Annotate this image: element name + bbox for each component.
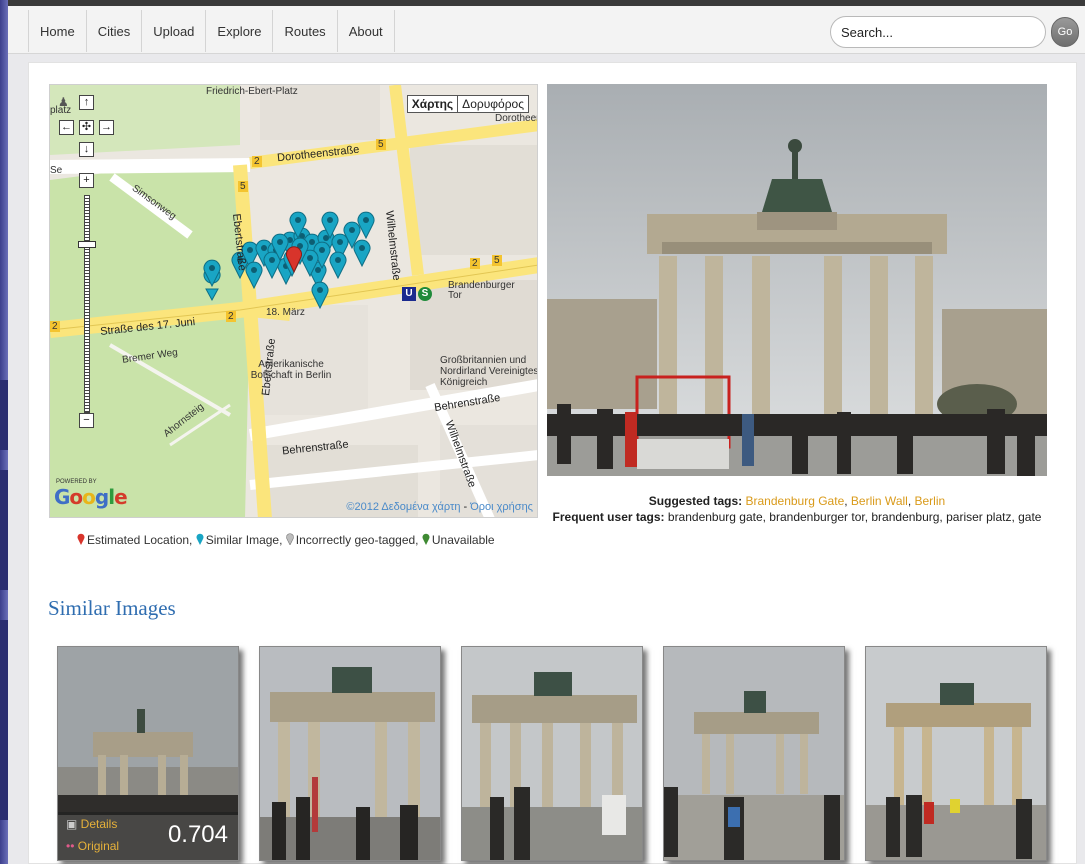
top-navigation-bar: Home Cities Upload Explore Routes About …	[8, 0, 1085, 54]
similar-image-pin-icon[interactable]	[321, 211, 339, 239]
zoom-out-button[interactable]: −	[79, 413, 94, 428]
original-link[interactable]: •• Original	[66, 839, 119, 853]
suggested-tags-row: Suggested tags: Brandenburg Gate, Berlin…	[648, 494, 946, 508]
side-strip-mark	[0, 380, 8, 450]
street-view-pegman-icon[interactable]: ♟	[58, 95, 69, 109]
pan-down-button[interactable]: ↓	[79, 142, 94, 157]
frequent-tags-label: Frequent user tags:	[552, 510, 665, 524]
nav-about[interactable]: About	[338, 10, 395, 52]
side-strip-mark	[0, 470, 8, 590]
similar-image-pin-icon	[196, 533, 204, 545]
content-panel: Friedrich-Ebert-Platz platz Se Dorotheen…	[28, 62, 1077, 864]
estimated-location-pin-icon[interactable]	[286, 245, 302, 273]
suggested-tag-brandenburg-gate[interactable]: Brandenburg Gate	[746, 494, 845, 508]
search-input[interactable]	[830, 16, 1046, 48]
frequent-tags-list: brandenburg gate, brandenburger tor, bra…	[667, 510, 1042, 524]
image-tags: Suggested tags: Brandenburg Gate, Berlin…	[547, 493, 1047, 525]
similar-image-pin-icon[interactable]	[353, 239, 371, 267]
similar-image-pin-icon[interactable]	[245, 261, 263, 289]
legend-estimated: Estimated Location,	[87, 533, 193, 547]
map-copyright: ©2012 Δεδομένα χάρτη - Όροι χρήσης	[346, 501, 533, 513]
nav-routes[interactable]: Routes	[273, 10, 338, 52]
s-bahn-icon: S	[418, 287, 432, 301]
similar-image-thumb[interactable]	[865, 646, 1047, 861]
map-type-switcher: Χάρτης Δορυφόρος	[406, 95, 529, 113]
map-type-map[interactable]: Χάρτης	[408, 96, 459, 112]
u-bahn-icon: U	[402, 287, 416, 301]
map-label-se: Se	[50, 165, 63, 176]
similar-image-pin-icon[interactable]	[311, 281, 329, 309]
similar-image-thumb[interactable]	[663, 646, 845, 861]
zoom-slider-handle[interactable]	[78, 241, 96, 248]
google-logo: POWERED BY Google	[54, 479, 128, 509]
pan-right-button[interactable]: →	[99, 120, 114, 135]
similar-image-pin-icon[interactable]	[203, 259, 221, 287]
road-number: 5	[238, 181, 248, 192]
map[interactable]: Friedrich-Ebert-Platz platz Se Dorotheen…	[49, 84, 538, 518]
road-number: 5	[492, 255, 502, 266]
brandenburg-gate-photo	[547, 84, 1047, 476]
side-strip-mark	[0, 620, 8, 820]
similar-image-thumb[interactable]	[259, 646, 441, 861]
suggested-tags-label: Suggested tags:	[648, 494, 743, 508]
main-nav: Home Cities Upload Explore Routes About	[28, 10, 395, 52]
similar-image-pin-icon[interactable]	[357, 211, 375, 239]
map-terms-link[interactable]: Όροι χρήσης	[470, 501, 533, 513]
road-number: 5	[376, 139, 386, 150]
map-label-uk-embassy: Großbritannien und Nordirland Vereinigte…	[440, 355, 538, 388]
frequent-tags-row: Frequent user tags: brandenburg gate, br…	[547, 509, 1047, 525]
map-label-friedrich: Friedrich-Ebert-Platz	[206, 86, 298, 97]
road-number: 2	[50, 321, 60, 332]
map-legend: Estimated Location, Similar Image, Incor…	[77, 533, 495, 547]
nav-home[interactable]: Home	[29, 10, 87, 52]
road-number: 2	[470, 258, 480, 269]
road-number: 2	[252, 156, 262, 167]
similarity-score: 0.704	[167, 821, 228, 848]
zoom-in-button[interactable]: +	[79, 173, 94, 188]
similar-image-thumb[interactable]: ▣ Details •• Original 0.704	[57, 646, 239, 861]
go-button[interactable]: Go	[1051, 17, 1079, 47]
details-icon: ▣	[66, 817, 81, 831]
similar-image-pin-icon[interactable]	[329, 251, 347, 279]
details-link[interactable]: ▣ Details	[66, 817, 117, 831]
similar-images-title: Similar Images	[48, 596, 176, 620]
legend-unavailable: Unavailable	[431, 533, 495, 547]
pan-left-button[interactable]: ←	[59, 120, 74, 135]
pan-up-button[interactable]: ↑	[79, 95, 94, 110]
side-strip	[0, 0, 8, 864]
google-wordmark: Google	[54, 485, 128, 509]
map-label-18-maerz: 18. März	[266, 307, 305, 318]
map-label-embassy: Amerikanische Botschaft in Berlin	[250, 359, 332, 381]
map-type-satellite[interactable]: Δορυφόρος	[458, 96, 528, 112]
nav-upload[interactable]: Upload	[142, 10, 207, 52]
unavailable-pin-icon	[422, 533, 430, 545]
flickr-dots-icon: ••	[66, 839, 78, 853]
zoom-slider-track[interactable]	[84, 195, 90, 413]
road-number: 2	[226, 311, 236, 322]
suggested-tag-berlin[interactable]: Berlin	[915, 494, 946, 508]
thumb-overlay: ▣ Details •• Original 0.704	[58, 812, 238, 860]
query-photo[interactable]	[547, 84, 1047, 476]
nav-explore[interactable]: Explore	[206, 10, 274, 52]
map-label-dorotheen-right: Dorotheen	[495, 113, 538, 124]
legend-incorrect: Incorrectly geo-tagged,	[295, 533, 419, 547]
similar-image-thumb[interactable]	[461, 646, 643, 861]
incorrect-geotag-pin-icon	[286, 533, 294, 545]
estimated-location-pin-icon	[77, 533, 85, 545]
map-label-brandenburger-tor: Brandenburger Tor	[448, 280, 515, 301]
suggested-tag-berlin-wall[interactable]: Berlin Wall	[851, 494, 908, 508]
legend-similar: Similar Image,	[205, 533, 283, 547]
map-copyright-text: ©2012 Δεδομένα χάρτη	[346, 501, 461, 513]
pan-center-button[interactable]: ✣	[79, 120, 94, 135]
nav-cities[interactable]: Cities	[87, 10, 143, 52]
similar-image-pin-icon[interactable]	[289, 211, 307, 239]
